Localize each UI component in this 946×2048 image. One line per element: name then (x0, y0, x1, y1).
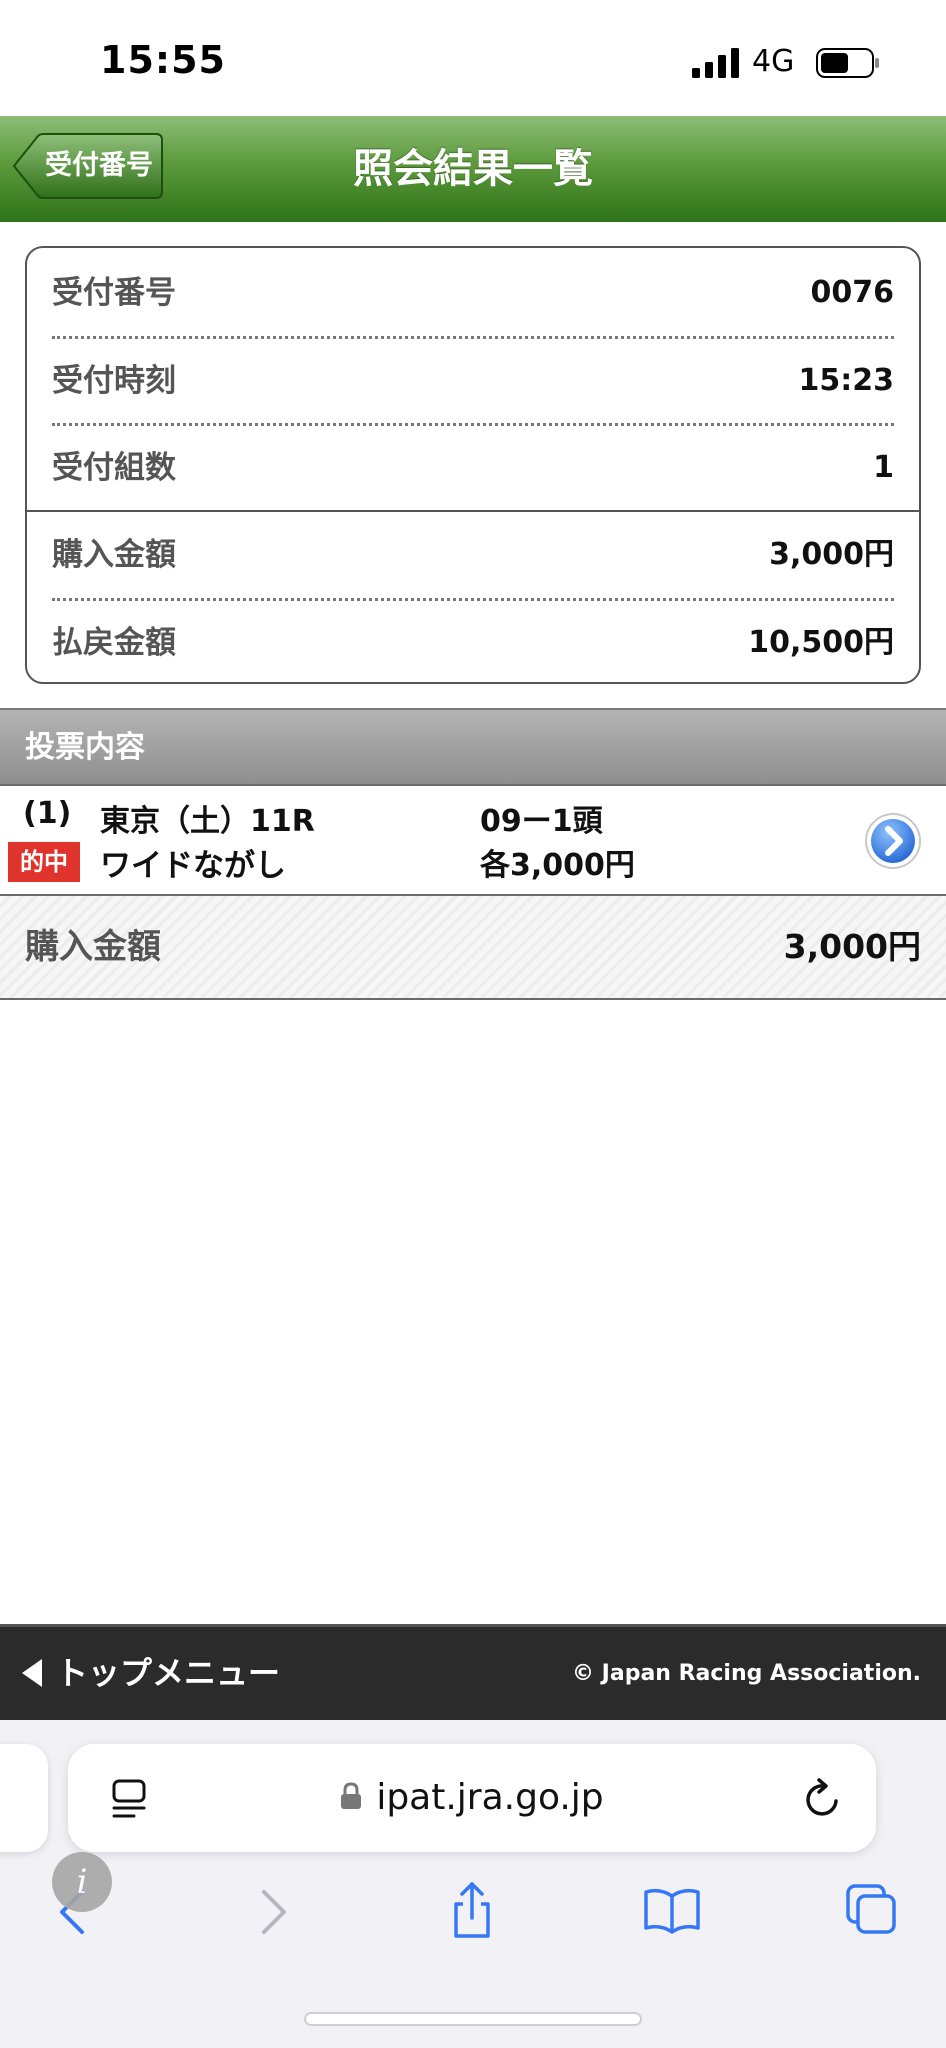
bet-horses: 09ー1頭 (480, 804, 603, 839)
summary-row-receipt-time: 受付時刻 15:23 (52, 338, 894, 424)
battery-icon (816, 48, 879, 78)
chevron-right-circle-icon[interactable] (864, 812, 922, 870)
bet-entry[interactable]: (1) 東京（土）11R 09ー1頭 的中 ワイドながし 各3,000円 (0, 786, 946, 894)
cellular-signal-icon (692, 48, 739, 78)
copyright-text: © Japan Racing Association. (572, 1661, 921, 1686)
browser-chrome: ipat.jra.go.jp i (0, 1720, 946, 2048)
forward-nav-icon[interactable] (244, 1880, 304, 1940)
summary-row-set-count: 受付組数 1 (52, 425, 894, 511)
summary-value: 10,500円 (748, 625, 894, 660)
summary-row-purchase-amount: 購入金額 3,000円 (52, 512, 894, 598)
summary-label: 受付組数 (52, 450, 176, 486)
total-label: 購入金額 (25, 927, 161, 967)
summary-value: 3,000円 (769, 537, 894, 572)
status-bar: 15:55 4G (0, 0, 946, 116)
url-text: ipat.jra.go.jp (376, 1777, 604, 1818)
status-time: 15:55 (100, 38, 226, 82)
bet-type: ワイドながし (100, 848, 286, 884)
summary-value: 15:23 (798, 363, 895, 398)
bookmarks-icon[interactable] (642, 1880, 702, 1940)
summary-card: 受付番号 0076 受付時刻 15:23 受付組数 1 購入金額 3,000円 … (25, 246, 921, 684)
summary-row-payout-amount: 払戻金額 10,500円 (52, 600, 894, 686)
summary-label: 購入金額 (52, 537, 176, 573)
hit-badge: 的中 (8, 842, 80, 882)
previous-tab-preview[interactable] (0, 1744, 48, 1852)
lock-icon (341, 1782, 362, 1809)
section-title: 投票内容 (25, 730, 145, 765)
triangle-left-icon (22, 1659, 42, 1687)
summary-value: 1 (873, 450, 894, 485)
tabs-icon[interactable] (842, 1880, 902, 1940)
reload-icon[interactable] (802, 1778, 844, 1820)
bet-race: 東京（土）11R (100, 804, 315, 839)
top-menu-link[interactable]: トップメニュー (22, 1627, 280, 1720)
summary-row-receipt-number: 受付番号 0076 (52, 250, 894, 336)
bet-number: (1) (23, 796, 72, 831)
top-menu-label: トップメニュー (56, 1654, 281, 1692)
url-display[interactable]: ipat.jra.go.jp (68, 1744, 876, 1852)
page-title: 照会結果一覧 (353, 146, 593, 192)
home-indicator[interactable] (304, 2012, 642, 2026)
info-icon[interactable]: i (52, 1852, 112, 1912)
app-header: 受付番号 照会結果一覧 (0, 116, 946, 222)
address-bar[interactable]: ipat.jra.go.jp (68, 1744, 876, 1852)
total-row: 購入金額 3,000円 (0, 894, 946, 1000)
summary-label: 払戻金額 (52, 625, 176, 661)
section-header-bets: 投票内容 (0, 708, 946, 786)
summary-label: 受付番号 (52, 275, 176, 311)
footer-bar: トップメニュー © Japan Racing Association. (0, 1624, 946, 1720)
summary-label: 受付時刻 (52, 363, 176, 399)
share-icon[interactable] (442, 1880, 502, 1940)
summary-value: 0076 (810, 275, 895, 310)
total-value: 3,000円 (783, 927, 921, 966)
bet-amount: 各3,000円 (480, 848, 635, 883)
network-type: 4G (752, 44, 795, 79)
